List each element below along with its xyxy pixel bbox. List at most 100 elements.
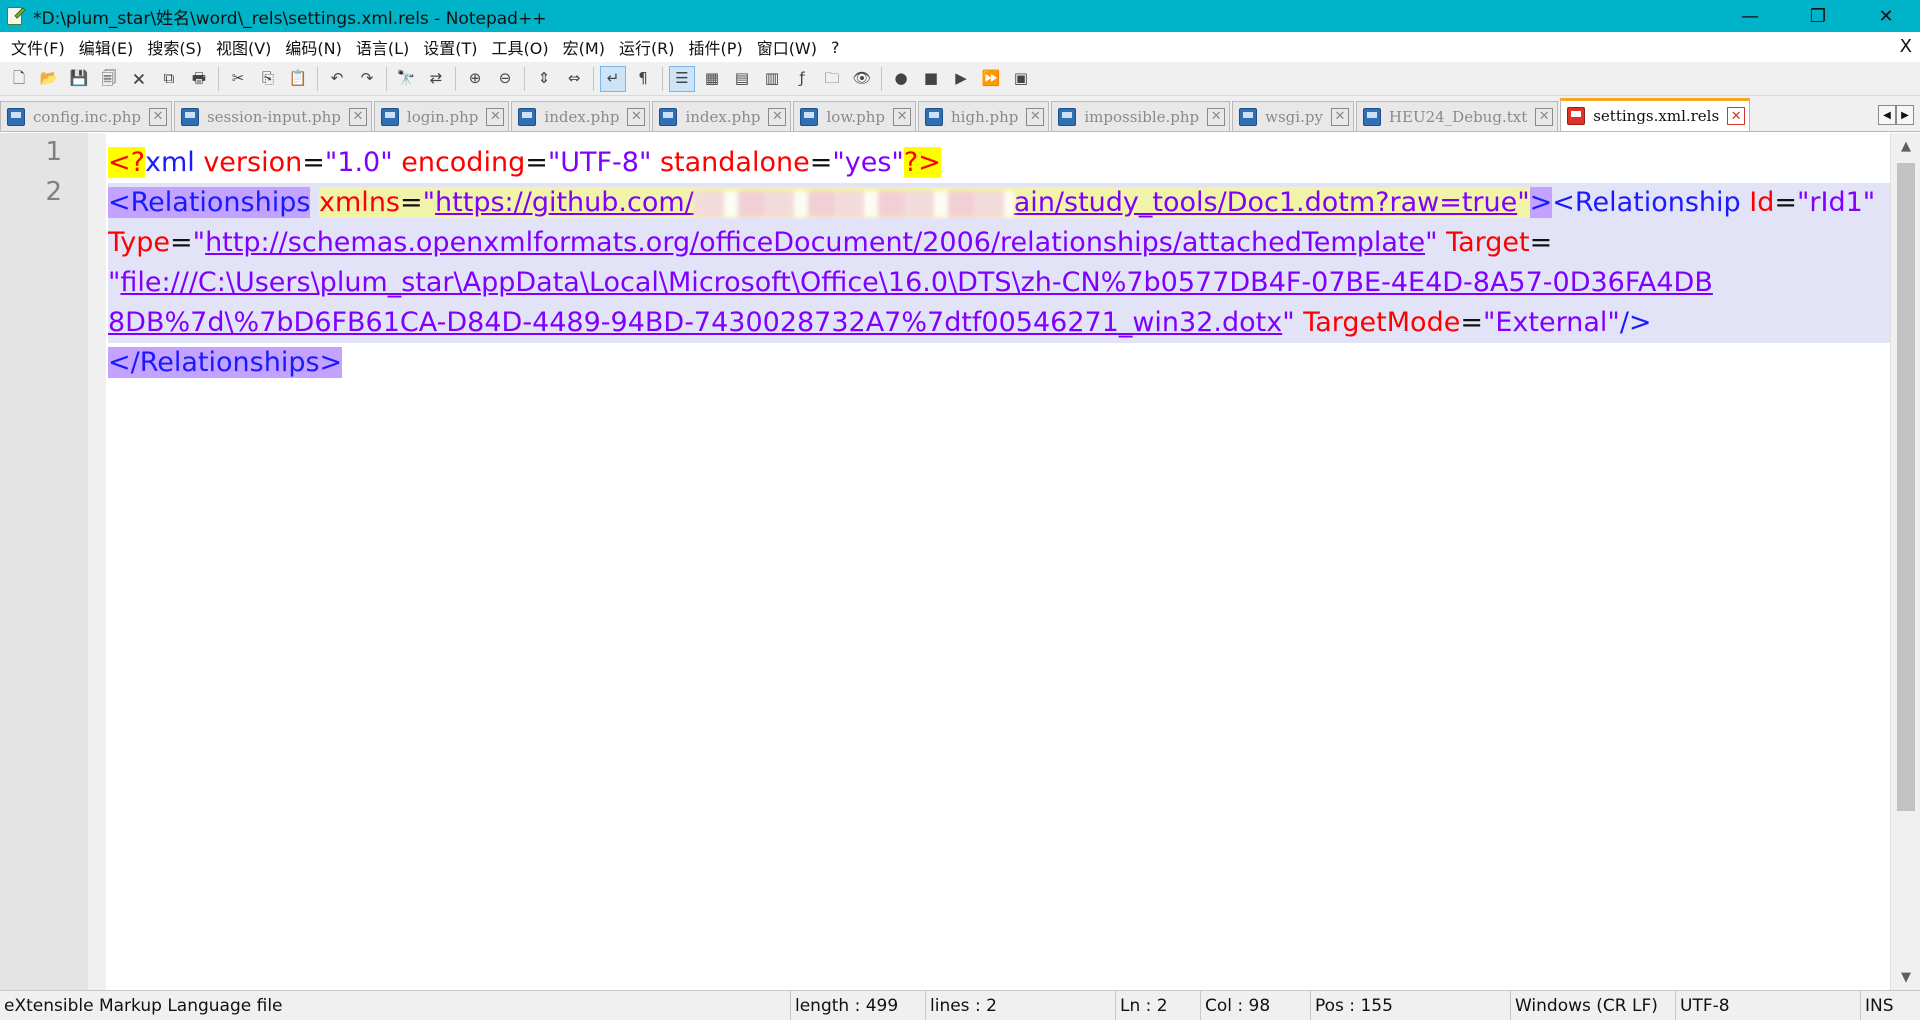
tab-close-icon[interactable]: ✕ [1535,107,1554,126]
cut-icon[interactable]: ✂ [225,66,251,92]
code-text-area[interactable]: <?xml version="1.0" encoding="UTF-8" sta… [108,143,1890,383]
xml-equals: = [302,147,325,178]
tab-document[interactable]: config.inc.php ✕ [0,101,172,131]
save-icon[interactable]: 💾 [66,66,92,92]
tab-close-icon[interactable]: ✕ [893,107,912,126]
vertical-scrollbar[interactable]: ▲ ▼ [1890,133,1920,990]
fold-margin[interactable] [88,133,106,990]
zoom-in-icon[interactable]: ⊕ [462,66,488,92]
xmlns-url-end[interactable]: ain/study_tools/Doc1.dotm?raw=true [1014,187,1517,218]
close-all-icon[interactable]: ⧉ [156,66,182,92]
zoom-out-icon[interactable]: ⊖ [492,66,518,92]
editor-pane[interactable]: 1 2 <?xml version="1.0" encoding="UTF-8"… [0,133,1920,990]
unsaved-file-icon [1567,107,1586,125]
status-line: Ln : 2 [1115,991,1200,1020]
menu-macro[interactable]: 宏(M) [556,35,612,59]
menu-settings[interactable]: 设置(T) [416,35,484,59]
tab-close-icon[interactable]: ✕ [1026,107,1045,126]
tab-close-icon[interactable]: ✕ [1727,107,1746,125]
copy-icon[interactable]: ⎘ [255,66,281,92]
tab-active-document[interactable]: settings.xml.rels ✕ [1560,98,1751,131]
scroll-up-button[interactable]: ▲ [1891,133,1920,159]
saved-file-icon [1058,107,1077,126]
tab-document[interactable]: low.php ✕ [793,101,917,131]
menu-plugins[interactable]: 插件(P) [682,35,750,59]
close-file-icon[interactable]: 🗙 [126,66,152,92]
scroll-down-button[interactable]: ▼ [1891,964,1920,990]
open-file-icon[interactable]: 📂 [36,66,62,92]
record-macro-icon[interactable]: ● [888,66,914,92]
menu-tools[interactable]: 工具(O) [485,35,556,59]
tab-close-icon[interactable]: ✕ [1330,107,1349,126]
find-icon[interactable]: 🔭 [393,66,419,92]
tab-close-icon[interactable]: ✕ [348,107,367,126]
tab-document[interactable]: index.php ✕ [652,101,792,131]
user-language-icon[interactable]: ▦ [699,66,725,92]
tab-close-icon[interactable]: ✕ [627,107,646,126]
minimize-button[interactable]: — [1716,0,1784,32]
tab-close-icon[interactable]: ✕ [768,107,787,126]
word-wrap-icon[interactable]: ↵ [600,65,626,92]
status-insert-mode[interactable]: INS [1860,991,1920,1020]
tab-document[interactable]: session-input.php ✕ [173,101,372,131]
target-file-url-part-1[interactable]: file:///C:\Users\plum_star\AppData\Local… [120,267,1712,298]
print-icon[interactable]: 🖶 [186,66,212,92]
indent-guide-icon[interactable]: ☰ [669,65,695,92]
status-eol-format[interactable]: Windows (CR LF) [1510,991,1675,1020]
close-window-button[interactable]: ✕ [1852,0,1920,32]
sync-horizontal-icon[interactable]: ⇔ [561,66,587,92]
tab-close-icon[interactable]: ✕ [148,107,167,126]
save-macro-icon[interactable]: ▣ [1008,66,1034,92]
xml-value-id: "rId1" [1796,187,1876,218]
tab-document[interactable]: wsgi.py ✕ [1232,101,1354,131]
menu-window[interactable]: 窗口(W) [750,35,824,59]
menu-run[interactable]: 运行(R) [612,35,682,59]
show-all-chars-icon[interactable]: ¶ [630,66,656,92]
menu-search[interactable]: 搜索(S) [140,35,209,59]
redo-icon[interactable]: ↷ [354,66,380,92]
sync-vertical-icon[interactable]: ⇕ [531,66,557,92]
tab-close-icon[interactable]: ✕ [486,107,505,126]
menu-edit[interactable]: 编辑(E) [72,35,141,59]
xml-space [310,187,319,218]
menu-encoding[interactable]: 编码(N) [278,35,348,59]
stop-macro-icon[interactable]: ■ [918,66,944,92]
tab-scroll-right-button[interactable]: ▶ [1896,105,1914,125]
target-file-url-part-2[interactable]: 8DB%7d\%7bD6FB61CA-D84D-4489-94BD-743002… [108,307,1282,338]
tab-document[interactable]: high.php ✕ [918,101,1050,131]
close-document-button[interactable]: X [1900,36,1912,57]
title-bar[interactable]: *D:\plum_star\姓名\word\_rels\settings.xml… [0,0,1920,32]
menu-view[interactable]: 视图(V) [209,35,278,59]
new-file-icon[interactable]: 🗋 [6,66,32,92]
monitor-eye-icon[interactable]: 👁 [849,66,875,92]
scroll-thumb[interactable] [1897,163,1915,811]
code-line-2-row-5: </Relationships> [108,343,1890,383]
folder-workspace-icon[interactable]: ƒ [789,66,815,92]
type-url[interactable]: http://schemas.openxmlformats.org/office… [205,227,1425,258]
replace-icon[interactable]: ⇄ [423,66,449,92]
run-macro-multiple-icon[interactable]: ⏩ [978,66,1004,92]
folder-icon[interactable]: 🗀 [819,66,845,92]
tab-close-icon[interactable]: ✕ [1207,107,1226,126]
tab-document[interactable]: HEU24_Debug.txt ✕ [1355,101,1559,131]
tab-document[interactable]: impossible.php ✕ [1051,101,1231,131]
tab-document[interactable]: login.php ✕ [373,101,510,131]
menu-help[interactable]: ? [824,38,847,57]
tab-document[interactable]: index.php ✕ [511,101,651,131]
doc-map-icon[interactable]: ▤ [729,66,755,92]
code-line-2-row-3: "file:///C:\Users\plum_star\AppData\Loca… [108,263,1890,303]
restore-button[interactable]: ❐ [1784,0,1852,32]
play-macro-icon[interactable]: ▶ [948,66,974,92]
function-list-icon[interactable]: ▥ [759,66,785,92]
status-encoding[interactable]: UTF-8 [1675,991,1860,1020]
tab-scroll-left-button[interactable]: ◀ [1878,105,1896,125]
menu-file[interactable]: 文件(F) [4,35,72,59]
undo-icon[interactable]: ↶ [324,66,350,92]
xmlns-highlight: xmlns="https://github.com/ain/study_tool… [319,187,1530,218]
tab-label: index.php [544,107,620,126]
status-length: length : 499 [790,991,925,1020]
paste-icon[interactable]: 📋 [285,66,311,92]
xmlns-url-start[interactable]: https://github.com/ [435,187,694,218]
menu-language[interactable]: 语言(L) [349,35,416,59]
save-all-icon[interactable]: 🗐 [96,66,122,92]
